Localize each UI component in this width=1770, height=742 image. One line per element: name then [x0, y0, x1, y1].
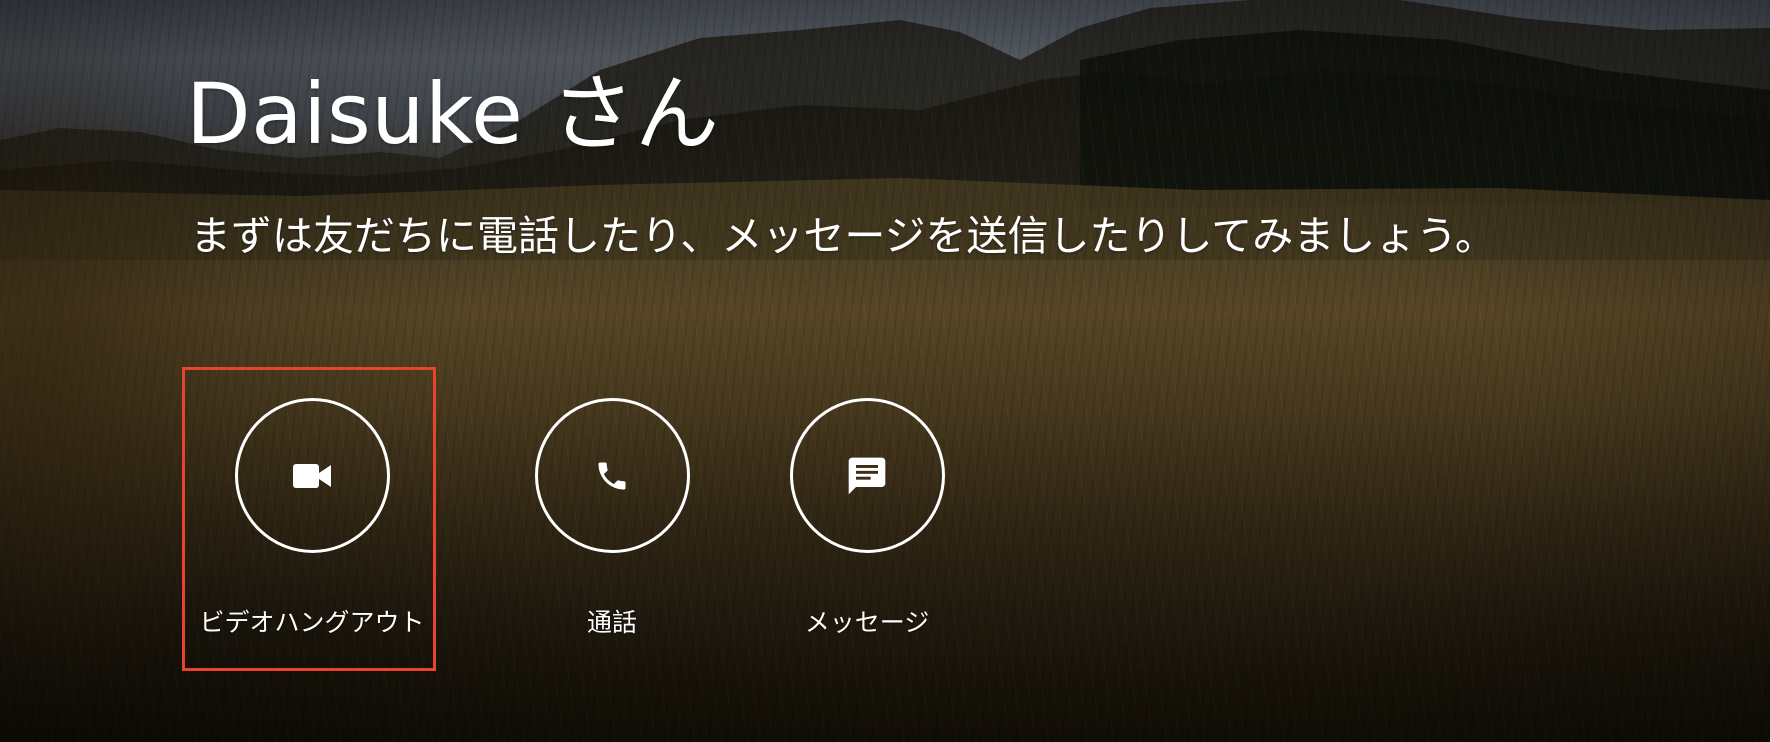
video-hangout-circle[interactable] — [234, 398, 390, 553]
message-label: メッセージ — [804, 608, 930, 637]
message-button[interactable]: メッセージ — [737, 398, 997, 639]
video-camera-icon — [293, 463, 331, 488]
phone-icon — [598, 462, 626, 489]
greeting-title: Daisuke さん — [186, 65, 720, 163]
call-label: 通話 — [586, 608, 637, 637]
hangouts-welcome-screen: Daisuke さん まずは友だちに電話したり、メッセージを送信したりしてみまし… — [0, 0, 1770, 742]
welcome-subtitle: まずは友だちに電話したり、メッセージを送信したりしてみましょう。 — [190, 212, 1496, 260]
call-circle[interactable] — [534, 398, 690, 553]
chat-message-icon — [848, 457, 886, 494]
call-button[interactable]: 通話 — [482, 398, 742, 639]
video-hangout-label: ビデオハングアウト — [199, 608, 425, 637]
video-hangout-button[interactable]: ビデオハングアウト — [182, 398, 442, 639]
message-circle[interactable] — [789, 398, 945, 553]
